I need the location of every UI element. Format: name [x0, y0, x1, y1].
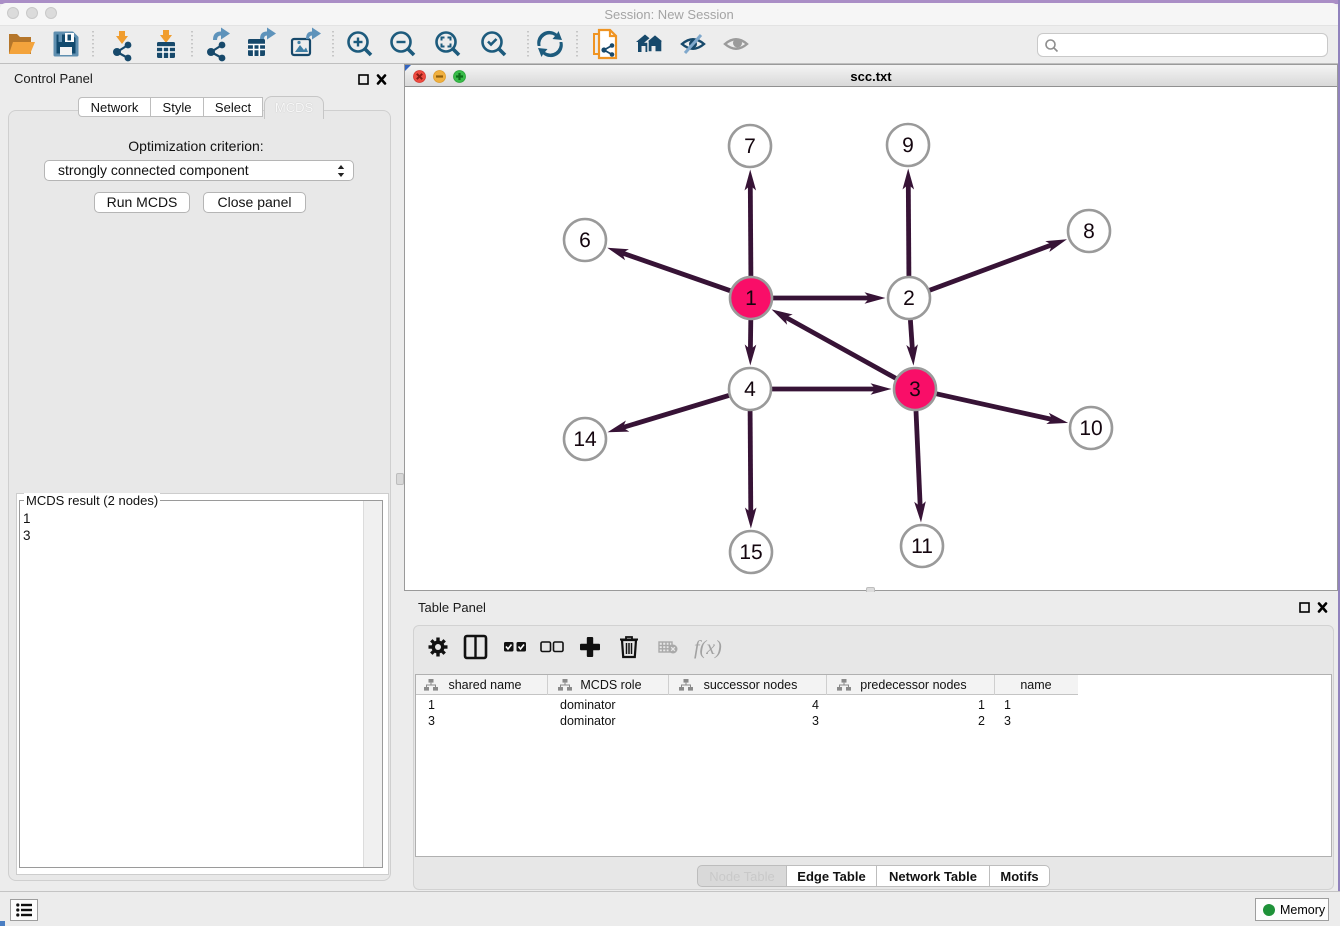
svg-text:8: 8	[1083, 220, 1095, 243]
svg-text:10: 10	[1079, 417, 1102, 440]
svg-text:1: 1	[745, 287, 757, 310]
svg-text:9: 9	[902, 134, 914, 157]
svg-text:4: 4	[744, 378, 756, 401]
svg-text:2: 2	[903, 287, 915, 310]
svg-text:f(x): f(x)	[694, 637, 722, 659]
svg-text:7: 7	[744, 135, 756, 158]
svg-text:15: 15	[739, 541, 762, 564]
svg-text:14: 14	[573, 428, 597, 451]
svg-text:11: 11	[911, 535, 933, 558]
svg-text:6: 6	[579, 229, 591, 252]
svg-text:3: 3	[909, 378, 921, 401]
